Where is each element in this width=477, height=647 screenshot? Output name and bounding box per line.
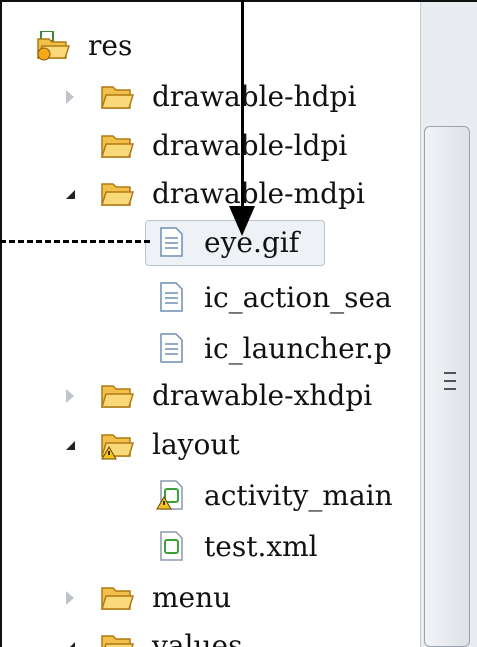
warning-folder-icon [100, 434, 134, 460]
tree-item-label: drawable-hdpi [152, 80, 357, 113]
callout-arrowhead [229, 206, 255, 236]
tree-item-label: menu [152, 581, 232, 614]
tree-item-label: activity_main [204, 479, 393, 512]
expand-arrow-icon[interactable] [62, 388, 78, 404]
folder-icon [100, 587, 134, 610]
tree-item-label: test.xml [204, 530, 318, 563]
collapse-arrow-icon[interactable] [62, 437, 78, 453]
tree-item-label: ic_launcher.p [204, 332, 392, 365]
folder-icon [100, 385, 134, 408]
res-folder-icon [36, 31, 70, 61]
folder-icon [101, 635, 134, 647]
tree-item-label: drawable-mdpi [152, 177, 365, 210]
tree-item-label: res [88, 29, 133, 62]
file-icon [160, 333, 183, 363]
file-icon [160, 227, 183, 257]
project-tree: res drawable-hdpi drawable-ldpi drawable… [2, 2, 420, 647]
tree-item-label: drawable-xhdpi [152, 379, 373, 412]
expand-arrow-icon[interactable] [62, 89, 78, 105]
tree-item-label: ic_action_sea [204, 281, 392, 314]
collapse-arrow-icon[interactable] [62, 186, 78, 202]
tree-item-label: layout [152, 428, 240, 461]
explorer-frame: res drawable-hdpi drawable-ldpi drawable… [0, 0, 477, 647]
file-icon [160, 282, 183, 312]
warning-xml-file-icon [156, 480, 183, 510]
callout-arrow-line [241, 0, 244, 210]
expand-arrow-icon[interactable] [62, 590, 78, 606]
xml-file-icon [160, 531, 183, 561]
folder-icon [100, 135, 134, 158]
folder-icon [100, 183, 134, 206]
grip-icon [444, 372, 456, 394]
collapse-arrow-icon[interactable] [62, 638, 78, 647]
callout-dashed-line [0, 240, 150, 243]
folder-icon [100, 86, 134, 109]
tree-item-label: drawable-ldpi [152, 129, 348, 162]
tree-item-label: values [152, 629, 243, 647]
